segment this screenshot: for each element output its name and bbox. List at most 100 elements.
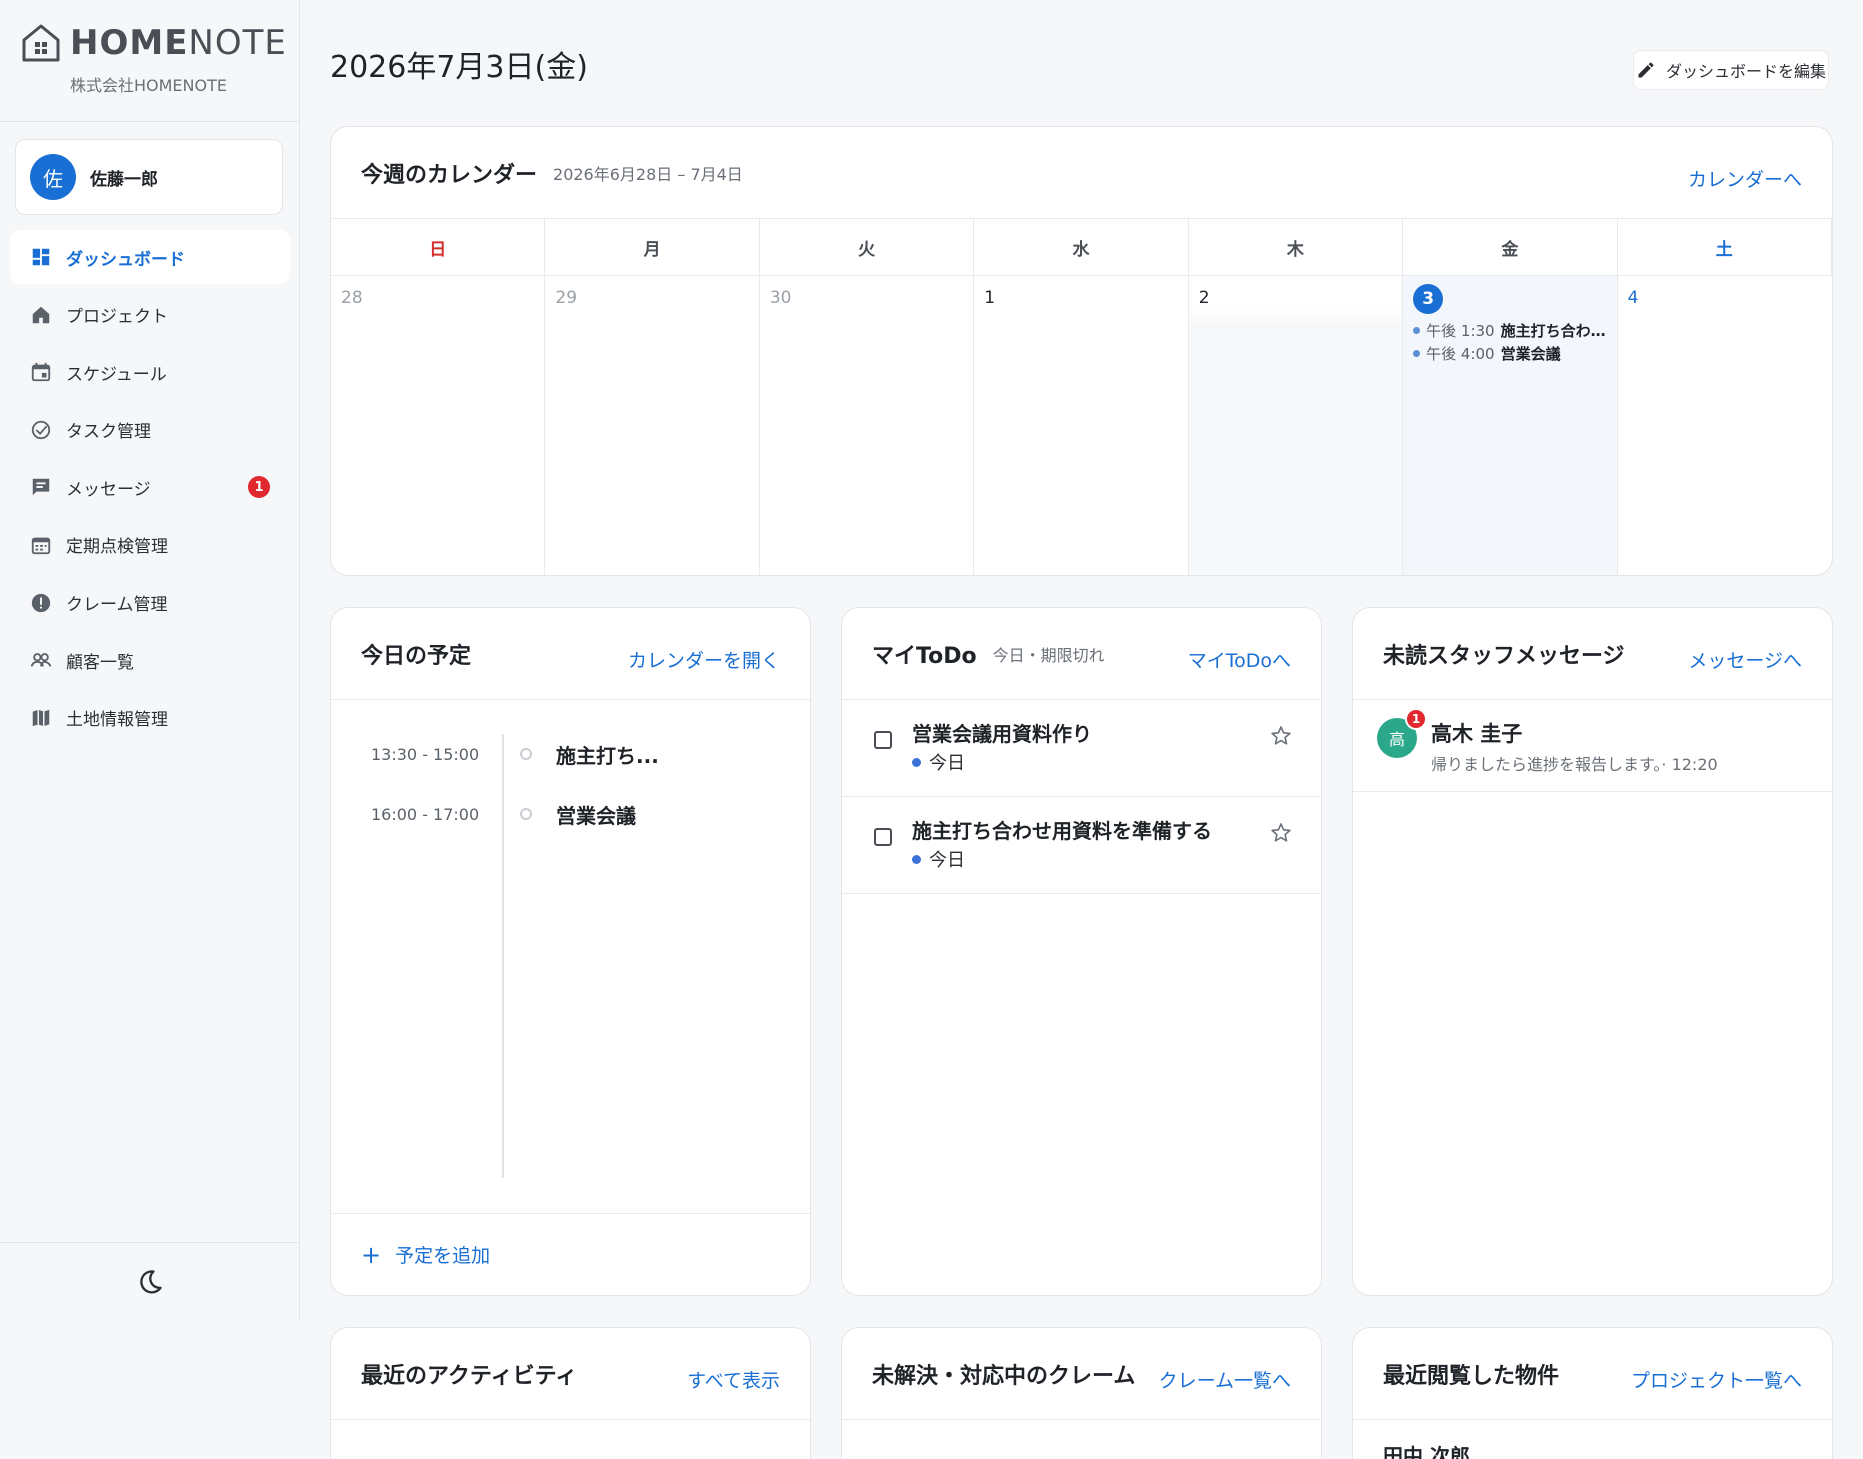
card-title: 今日の予定 xyxy=(361,643,472,669)
sidebar-item-customers[interactable]: 顧客一覧 xyxy=(10,633,290,687)
user-card[interactable]: 佐 佐藤一郎 xyxy=(15,139,283,215)
day-number: 2 xyxy=(1198,288,1210,308)
dow-header: 月 xyxy=(545,219,760,276)
home-icon xyxy=(32,306,50,323)
brand[interactable]: HOMENOTE 株式会社HOMENOTE xyxy=(0,0,299,122)
card-title: 今週のカレンダー xyxy=(361,162,538,188)
calendar-day-today[interactable]: 3 午後 1:30 施主打ち合わ… 午後 4:00 営業会議 xyxy=(1403,276,1618,575)
message-item[interactable]: 高 1 高木 圭子 帰りましたら進捗を報告します。· 12:20 xyxy=(1353,700,1832,792)
card-header: 未読スタッフメッセージ メッセージへ xyxy=(1353,608,1832,700)
day-number: 1 xyxy=(984,288,996,308)
sidebar: HOMENOTE 株式会社HOMENOTE 佐 佐藤一郎 ダッシュボード プロジ… xyxy=(0,0,300,1320)
todo-item[interactable]: 施主打ち合わせ用資料を準備する 今日 xyxy=(842,797,1321,894)
see-all-link[interactable]: すべて表示 xyxy=(687,1366,780,1393)
sidebar-item-label: スケジュール xyxy=(66,364,167,385)
dow-header: 木 xyxy=(1188,219,1404,276)
schedule-name: 施主打ち... xyxy=(556,743,659,768)
sidebar-item-label: プロジェクト xyxy=(66,307,168,328)
projects-link[interactable]: プロジェクト一覧へ xyxy=(1631,1366,1802,1393)
sender-name: 高木 圭子 xyxy=(1431,722,1523,746)
calendar-day[interactable]: 28 xyxy=(331,276,546,575)
date-range: 2026年6月28日 – 7月4日 xyxy=(553,164,743,184)
card-title: マイToDo xyxy=(872,643,977,669)
user-name: 佐藤一郎 xyxy=(90,169,158,190)
edit-dashboard-button[interactable]: ダッシュボードを編集 xyxy=(1633,50,1829,90)
due-dot xyxy=(912,757,921,767)
sidebar-item-tasks[interactable]: タスク管理 xyxy=(10,403,290,457)
staff-messages-card: 未読スタッフメッセージ メッセージへ 高 1 高木 圭子 帰りましたら進捗を報告… xyxy=(1352,607,1833,1296)
sidebar-item-messages[interactable]: メッセージ 1 xyxy=(10,460,290,514)
sidebar-item-claims[interactable]: クレーム管理 xyxy=(10,576,290,630)
today-marker: 3 xyxy=(1413,284,1444,314)
todo-item[interactable]: 営業会議用資料作り 今日 xyxy=(842,700,1321,797)
sidebar-item-land[interactable]: 土地情報管理 xyxy=(10,691,290,745)
calendar-link[interactable]: カレンダーへ xyxy=(1688,165,1802,192)
day-number: 29 xyxy=(555,288,578,308)
schedule-name: 営業会議 xyxy=(556,803,636,828)
calendar-event[interactable]: 午後 1:30 施主打ち合わ… xyxy=(1413,320,1606,341)
sidebar-item-inspections[interactable]: 定期点検管理 xyxy=(10,518,290,572)
schedule-time: 16:00 - 17:00 xyxy=(371,804,480,824)
add-event-button[interactable]: + 予定を追加 xyxy=(331,1213,810,1295)
user-avatar: 佐 xyxy=(30,154,76,200)
sidebar-item-label: 顧客一覧 xyxy=(66,652,134,673)
open-calendar-link[interactable]: カレンダーを開く xyxy=(628,646,780,673)
sidebar-footer xyxy=(0,1242,300,1320)
todo-card: マイToDo 今日・期限切れ マイToDoへ 営業会議用資料作り 今日 施主打ち… xyxy=(841,607,1322,1296)
recent-activity-card: 最近のアクティビティ すべて表示 xyxy=(330,1327,811,1459)
event-time: 午後 1:30 xyxy=(1426,322,1495,340)
calendar-icon xyxy=(31,363,51,382)
star-icon[interactable] xyxy=(1269,724,1293,748)
event-dot xyxy=(1413,327,1421,334)
sidebar-item-label: 定期点検管理 xyxy=(66,537,168,558)
calendar-day[interactable]: 30 xyxy=(760,276,975,575)
timeline-dot xyxy=(520,808,532,820)
house-logo-icon xyxy=(22,24,60,62)
sidebar-item-projects[interactable]: プロジェクト xyxy=(10,288,290,342)
add-event-label: 予定を追加 xyxy=(395,1245,491,1267)
card-title: 最近閲覧した物件 xyxy=(1383,1363,1560,1389)
calendar-day[interactable]: 29 xyxy=(545,276,760,575)
day-number: 4 xyxy=(1627,288,1639,308)
calendar-day[interactable]: 4 xyxy=(1618,276,1832,575)
todo-checkbox[interactable] xyxy=(874,731,892,749)
todo-link[interactable]: マイToDoへ xyxy=(1188,646,1291,673)
card-header: 今週のカレンダー 2026年6月28日 – 7月4日 カレンダーへ xyxy=(331,127,1832,219)
alert-icon xyxy=(31,593,51,612)
schedule-item[interactable]: 13:30 - 15:00 施主打ち... xyxy=(331,734,810,774)
schedule-timeline: 13:30 - 15:00 施主打ち... 16:00 - 17:00 営業会議 xyxy=(331,700,810,1213)
moon-icon[interactable] xyxy=(136,1268,164,1296)
calendar-day[interactable]: 2 xyxy=(1188,276,1404,575)
check-circle-icon xyxy=(31,420,51,439)
dow-header: 水 xyxy=(974,219,1189,276)
sidebar-item-dashboard[interactable]: ダッシュボード xyxy=(10,230,290,284)
todo-due: 今日 xyxy=(912,749,965,775)
sidebar-item-label: 土地情報管理 xyxy=(66,710,168,731)
edit-dashboard-label: ダッシュボードを編集 xyxy=(1665,62,1826,81)
recent-property-item[interactable]: 田中 次郎 xyxy=(1353,1420,1832,1459)
sidebar-item-schedule[interactable]: スケジュール xyxy=(10,345,290,399)
todo-checkbox[interactable] xyxy=(874,828,892,846)
calendar-day[interactable]: 1 xyxy=(974,276,1189,575)
sidebar-nav: ダッシュボード プロジェクト スケジュール タスク管理 メッセージ 1 定期点検… xyxy=(10,230,290,748)
event-time: 午後 4:00 xyxy=(1426,345,1495,363)
card-subtitle: 今日・期限切れ xyxy=(992,645,1105,665)
pencil-icon xyxy=(1638,62,1654,78)
event-dot xyxy=(1413,350,1421,357)
map-icon xyxy=(32,709,50,726)
schedule-item[interactable]: 16:00 - 17:00 営業会議 xyxy=(331,794,810,834)
chat-icon xyxy=(32,479,50,496)
star-icon[interactable] xyxy=(1269,821,1293,845)
card-title: 最近のアクティビティ xyxy=(361,1363,578,1389)
recent-properties-card: 最近閲覧した物件 プロジェクト一覧へ 田中 次郎 xyxy=(1352,1327,1833,1459)
sidebar-item-label: タスク管理 xyxy=(66,422,151,443)
card-header: 未解決・対応中のクレーム クレーム一覧へ xyxy=(842,1328,1321,1420)
dow-header: 火 xyxy=(759,219,975,276)
brand-name: HOMENOTE xyxy=(70,23,287,63)
messages-link[interactable]: メッセージへ xyxy=(1688,646,1802,673)
claims-link[interactable]: クレーム一覧へ xyxy=(1159,1366,1291,1393)
event-name: 施主打ち合わ… xyxy=(1500,322,1606,340)
sidebar-item-label: メッセージ xyxy=(66,479,151,500)
calendar-grid: 日 月 火 水 木 金 土 28 29 30 1 2 3 午後 1:30 施主打… xyxy=(331,219,1832,575)
calendar-event[interactable]: 午後 4:00 営業会議 xyxy=(1413,343,1606,364)
